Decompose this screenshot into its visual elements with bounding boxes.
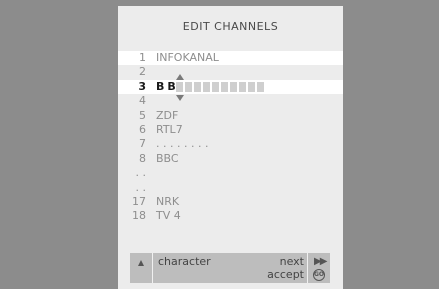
channel-row[interactable]: 18 TV 4 xyxy=(118,209,343,223)
channel-name: RTL7 xyxy=(156,122,183,136)
screen: EDIT CHANNELS 1 INFOKANAL 2 3 B B 4 5 ZD… xyxy=(0,0,439,289)
channel-number: 4 xyxy=(139,94,146,108)
accept-label: accept xyxy=(267,268,304,281)
char-slot xyxy=(212,81,219,92)
channel-row[interactable]: 4 xyxy=(118,94,343,108)
char-slot xyxy=(185,81,192,92)
char-slot xyxy=(176,81,183,92)
channel-number: 6 xyxy=(139,122,146,136)
channel-name: NRK xyxy=(156,194,180,208)
char-slot xyxy=(257,81,264,92)
channel-number: . . xyxy=(135,180,147,194)
channel-row[interactable]: 2 xyxy=(118,65,343,79)
edit-char: B xyxy=(167,79,176,93)
char-slot xyxy=(221,81,228,92)
channel-name: TV 4 xyxy=(156,209,181,223)
channel-number: 1 xyxy=(139,51,146,64)
menu-title: EDIT CHANNELS xyxy=(182,20,279,33)
up-key-cell xyxy=(130,253,153,283)
channel-number: 2 xyxy=(139,65,146,79)
channel-number: . . xyxy=(135,166,147,180)
char-slot xyxy=(194,81,201,92)
label-cell: character next accept xyxy=(153,253,308,283)
channel-row[interactable]: 8 BBC xyxy=(118,152,343,166)
char-slot xyxy=(248,81,255,92)
channel-number: 8 xyxy=(139,151,146,165)
channel-list: 1 INFOKANAL 2 3 B B 4 5 ZDF 6 RTL7 7 . .… xyxy=(118,51,343,224)
channel-row-gap: . . xyxy=(118,166,343,180)
channel-number: 5 xyxy=(139,108,146,122)
channel-row[interactable]: 1 INFOKANAL xyxy=(118,51,343,66)
char-slot xyxy=(230,81,237,92)
channel-name: INFOKANAL xyxy=(156,51,219,64)
help-bar: character next accept ▶▶ GO xyxy=(130,253,330,283)
channel-name: ZDF xyxy=(156,108,179,122)
channel-name: . . . . . . . . xyxy=(156,137,209,151)
character-label: character xyxy=(158,255,211,268)
channel-row[interactable]: 7 . . . . . . . . xyxy=(118,137,343,151)
channel-number: 18 xyxy=(132,209,146,223)
next-label: next xyxy=(279,255,304,268)
channel-number: 17 xyxy=(132,194,146,208)
char-slot xyxy=(239,81,246,92)
edit-char: B xyxy=(156,79,165,93)
channel-number: 3 xyxy=(138,79,146,93)
edit-channels-menu: EDIT CHANNELS 1 INFOKANAL 2 3 B B 4 5 ZD… xyxy=(118,6,343,289)
up-arrow-icon xyxy=(138,260,144,266)
go-button-icon: GO xyxy=(313,269,325,281)
char-up-arrow-icon[interactable] xyxy=(176,73,184,80)
channel-number: 7 xyxy=(139,137,146,151)
channel-row[interactable]: 5 ZDF xyxy=(118,109,343,123)
channel-row[interactable]: 17 NRK xyxy=(118,195,343,209)
channel-row-gap: . . xyxy=(118,181,343,195)
channel-row[interactable]: 6 RTL7 xyxy=(118,123,343,137)
channel-name: BBC xyxy=(156,151,179,165)
char-slots xyxy=(176,81,266,92)
char-slot xyxy=(203,81,210,92)
fast-forward-icon: ▶▶ xyxy=(314,256,327,267)
channel-row-editing[interactable]: 3 B B xyxy=(118,73,343,101)
